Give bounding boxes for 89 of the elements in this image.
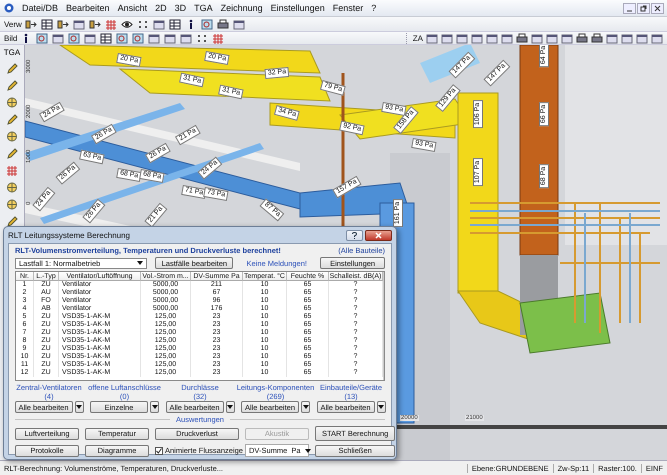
zoom-icon[interactable] (36, 32, 48, 44)
window-icon[interactable] (426, 32, 438, 44)
minimize-button[interactable] (623, 2, 636, 14)
printer-icon[interactable] (516, 32, 528, 44)
dropdown-button[interactable] (376, 401, 386, 413)
window-icon[interactable] (606, 32, 618, 44)
hatch-icon[interactable] (104, 18, 117, 30)
toolbar-label: TGA (4, 48, 20, 57)
window-icon[interactable] (148, 32, 160, 44)
fan-icon[interactable] (6, 131, 18, 142)
zoom-icon[interactable] (68, 32, 80, 44)
window-icon[interactable] (84, 32, 96, 44)
arrow-icon[interactable] (88, 18, 101, 30)
window-icon[interactable] (486, 32, 498, 44)
pencil-icon[interactable] (6, 114, 18, 125)
window-icon[interactable] (651, 32, 663, 44)
menu-item[interactable]: Fenster (328, 3, 368, 13)
help-icon (352, 232, 357, 238)
window-icon[interactable] (456, 32, 468, 44)
close-icon (654, 4, 661, 12)
menu-item[interactable]: 2D (151, 3, 171, 13)
window-icon[interactable] (471, 32, 483, 44)
scrollbar[interactable] (383, 272, 384, 380)
menu-item[interactable]: Zeichnung (216, 3, 267, 13)
zoom-icon[interactable] (132, 32, 144, 44)
help-button[interactable] (346, 230, 363, 240)
close-button[interactable] (365, 230, 392, 240)
menu-item[interactable]: 3D (170, 3, 190, 13)
dropdown-button[interactable] (74, 401, 84, 413)
dropdown-button[interactable] (301, 401, 310, 413)
dropdown-button[interactable] (150, 401, 159, 413)
toolbar-label: Bild (4, 34, 18, 42)
fan-icon[interactable] (6, 199, 18, 210)
window-icon[interactable] (52, 32, 64, 44)
window-icon[interactable] (164, 32, 176, 44)
grid-icon[interactable] (100, 32, 112, 44)
pencil-icon[interactable] (6, 80, 18, 91)
arrow-icon[interactable] (24, 18, 37, 30)
window-icon[interactable] (232, 18, 245, 30)
caret-icon (378, 405, 384, 409)
arrow-icon[interactable] (56, 18, 69, 30)
window-icon[interactable] (546, 32, 558, 44)
window-icon[interactable] (501, 32, 513, 44)
toolbar-label: ZA (412, 34, 423, 42)
printer-icon[interactable] (576, 32, 588, 44)
caret-icon (302, 405, 308, 409)
window-icon[interactable] (72, 18, 85, 30)
pencil-icon[interactable] (6, 148, 18, 159)
grid-icon[interactable] (40, 18, 53, 30)
close-icon (375, 232, 382, 238)
caret-icon (304, 448, 311, 452)
menu-item[interactable]: Bearbeiten (62, 3, 114, 13)
grid-icon[interactable] (168, 18, 181, 30)
printer-icon[interactable] (216, 18, 229, 30)
hatch-icon[interactable] (212, 32, 224, 44)
restore-icon (640, 4, 647, 12)
zoom-icon[interactable] (116, 32, 128, 44)
dropdown-button[interactable] (226, 401, 234, 413)
fan-icon[interactable] (6, 182, 18, 193)
caret-icon (152, 405, 158, 409)
menu-item[interactable]: Einstellungen (266, 3, 329, 13)
eye-icon[interactable] (120, 18, 133, 30)
close-button[interactable] (651, 2, 664, 14)
dots-icon[interactable] (196, 32, 208, 44)
window-icon[interactable] (621, 32, 633, 44)
zoom-icon[interactable] (200, 18, 213, 30)
fan-icon[interactable] (6, 97, 18, 108)
app-logo-icon (4, 3, 14, 13)
dots-icon[interactable] (136, 18, 149, 30)
toolbar-label: Verw (4, 20, 22, 28)
window-icon[interactable] (531, 32, 543, 44)
pencil-icon[interactable] (6, 63, 18, 74)
menu-item[interactable]: TGA (190, 3, 217, 13)
caret-icon (76, 405, 82, 409)
window-icon[interactable] (152, 18, 165, 30)
hatch-icon[interactable] (6, 165, 18, 176)
window-icon[interactable] (180, 32, 192, 44)
window-icon[interactable] (561, 32, 573, 44)
menu-item[interactable]: Ansicht (114, 3, 152, 13)
caret-icon (227, 405, 233, 409)
menu-item[interactable]: ? (367, 3, 380, 13)
dialog-title: RLT Leitungssysteme Berechnung (8, 230, 131, 240)
restore-button[interactable] (637, 2, 650, 14)
caret-icon (137, 261, 144, 265)
menu-item[interactable]: Datei/DB (18, 3, 62, 13)
window-icon[interactable] (441, 32, 453, 44)
printer-icon[interactable] (591, 32, 603, 44)
checkmark-icon (156, 448, 162, 454)
window-icon[interactable] (636, 32, 648, 44)
